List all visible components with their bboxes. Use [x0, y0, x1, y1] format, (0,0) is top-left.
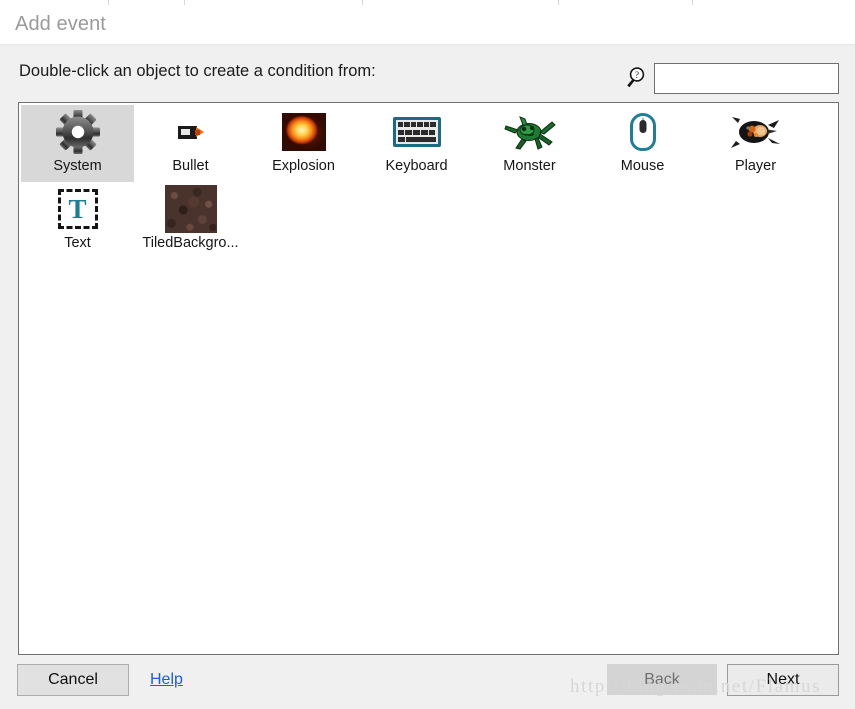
search-input[interactable]	[655, 64, 838, 93]
object-item-keyboard[interactable]: Keyboard	[360, 105, 473, 182]
monster-icon	[502, 109, 558, 155]
page-title: Add event	[15, 13, 106, 35]
bullet-icon	[177, 109, 204, 155]
object-label: Text	[64, 235, 91, 251]
cancel-button[interactable]: Cancel	[17, 664, 129, 696]
help-link[interactable]: Help	[150, 671, 183, 689]
object-item-text[interactable]: T Text	[21, 182, 134, 259]
search-box[interactable]	[654, 63, 839, 94]
object-row: T Text TiledBackgro...	[21, 182, 838, 259]
object-icon-grid: System Bullet Explosion Keyboard Monster…	[19, 103, 838, 259]
object-label: Bullet	[172, 158, 209, 174]
mouse-icon	[629, 109, 656, 155]
object-item-system[interactable]: System	[21, 105, 134, 182]
object-label: Mouse	[620, 158, 665, 174]
add-event-dialog: Add event Double-click an object to crea…	[0, 0, 855, 709]
object-label: System	[53, 158, 102, 174]
keyboard-icon	[392, 109, 441, 155]
object-label: Explosion	[272, 158, 335, 174]
object-label: Player	[734, 158, 777, 174]
object-label: Monster	[503, 158, 556, 174]
object-label: Keyboard	[385, 158, 448, 174]
magnifier-icon: ?	[624, 66, 646, 90]
object-item-explosion[interactable]: Explosion	[247, 105, 360, 182]
instruction-label: Double-click an object to create a condi…	[19, 62, 376, 80]
svg-text:?: ?	[635, 70, 639, 80]
object-label: TiledBackgro...	[142, 235, 239, 251]
tiled-background-icon	[164, 185, 217, 233]
text-icon: T	[57, 186, 98, 232]
title-bar: Add event	[0, 5, 855, 45]
object-list-panel[interactable]: System Bullet Explosion Keyboard Monster…	[18, 102, 839, 655]
back-button[interactable]: Back	[607, 664, 717, 695]
explosion-icon	[281, 109, 326, 155]
gear-icon	[54, 109, 102, 155]
object-item-player[interactable]: Player	[699, 105, 812, 182]
object-item-bullet[interactable]: Bullet	[134, 105, 247, 182]
object-item-monster[interactable]: Monster	[473, 105, 586, 182]
player-icon	[730, 109, 782, 155]
object-item-mouse[interactable]: Mouse	[586, 105, 699, 182]
object-item-tiledbackground[interactable]: TiledBackgro...	[134, 182, 247, 259]
next-button[interactable]: Next	[727, 664, 839, 696]
object-row: System Bullet Explosion Keyboard Monster…	[21, 105, 838, 182]
